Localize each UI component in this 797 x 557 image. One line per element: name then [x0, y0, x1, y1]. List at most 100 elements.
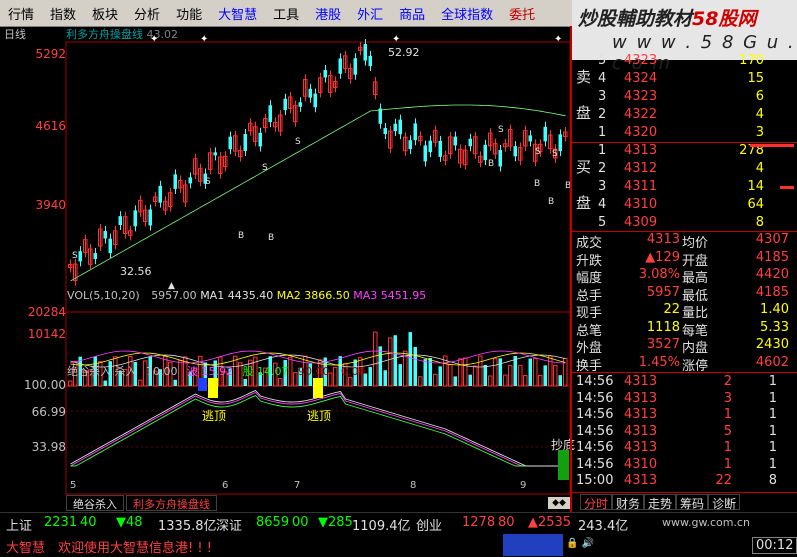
buy-volume-bar: [750, 144, 794, 147]
scroll-ticker: [503, 534, 563, 556]
side-tab[interactable]: 分时: [580, 494, 613, 511]
volume-bar: [378, 346, 382, 386]
tick-time: 14:56: [576, 456, 614, 472]
stat-value: 5.33: [760, 319, 789, 335]
ma-line: [70, 104, 566, 282]
candle-down: [258, 132, 262, 147]
stat-label: 量比: [682, 306, 709, 321]
side-tab[interactable]: 诊断: [708, 494, 741, 511]
menu-item[interactable]: 功能: [168, 4, 210, 23]
sell-order-row[interactable]: 5 4323 170: [572, 53, 797, 71]
stat-label: 内盘: [682, 341, 709, 356]
menu-item[interactable]: 工具: [265, 4, 307, 23]
signal-letter: S: [205, 177, 211, 187]
tick-volume: 2: [723, 374, 732, 389]
candle-down: [468, 138, 472, 147]
index-amount: 1335.8亿: [158, 519, 217, 534]
scroll-arrows-button[interactable]: ◆◆: [548, 497, 570, 509]
level-number: 4: [598, 197, 607, 212]
level-number: 2: [598, 107, 607, 122]
menu-item[interactable]: 指数: [42, 4, 84, 23]
kline-chart[interactable]: 5 6 7 8 9SSSSB BBSBS SBB✦ ✦ ✦ ✦▲: [0, 26, 572, 512]
tab-indicator[interactable]: 绝谷杀入: [66, 495, 124, 511]
menu-item[interactable]: 全球指数: [433, 4, 501, 23]
tick-row: 14:56 4313 1 1: [572, 440, 797, 458]
message-bar: 大智慧 欢迎使用大智慧信息港! ! ! 🔒 🔊 00:12: [0, 534, 797, 557]
candle-down: [173, 174, 177, 189]
index-pct: ▼48: [116, 515, 143, 530]
sell-order-row[interactable]: 4 4324 15: [572, 71, 797, 89]
menu-item[interactable]: 外汇: [349, 4, 391, 23]
stat-value: 4602: [755, 354, 789, 370]
candle-down: [103, 231, 107, 239]
stat-label: 最低: [682, 288, 709, 304]
buy-signal-bar: [558, 450, 569, 480]
menu-item[interactable]: 港股: [307, 4, 349, 23]
menu-item[interactable]: 商品: [391, 4, 433, 23]
index-amount: 243.4亿: [578, 519, 629, 534]
candle-down: [118, 216, 122, 225]
candle-down: [558, 134, 562, 152]
buy-order-row[interactable]: 3 4311 14: [572, 179, 797, 197]
tick-count: 1: [768, 407, 777, 422]
buy-order-row[interactable]: 2 4312 4: [572, 161, 797, 179]
high-price-label: 52.92: [388, 46, 420, 59]
quote-stat-row: 总手 5957 最低 4185: [572, 285, 797, 304]
sell-order-row[interactable]: 2 4322 4: [572, 107, 797, 125]
tick-row: 14:56 4313 1 1: [572, 407, 797, 425]
time-tick-label: 7: [294, 480, 300, 491]
index-label[interactable]: 深证: [216, 515, 242, 534]
volume-bar: [243, 378, 247, 386]
website-url[interactable]: www.gw.com.cn: [662, 516, 750, 529]
tab-indicator[interactable]: 利多方舟操盘线: [126, 495, 217, 511]
signal-marker: [208, 378, 218, 398]
candle-down: [108, 238, 112, 254]
tick-row: 14:56 4313 5 1: [572, 424, 797, 442]
tick-count: 1: [768, 374, 777, 389]
menu-item[interactable]: 大智慧: [210, 4, 265, 23]
signal-letter: B: [268, 233, 274, 243]
order-price: 4311: [624, 179, 658, 194]
signal-letter: S: [262, 163, 268, 173]
candle-down: [398, 119, 402, 135]
candle-down: [188, 177, 192, 184]
level-number: 2: [598, 161, 607, 176]
signal-letter: S: [72, 251, 78, 261]
stat-value: 3527: [646, 337, 680, 352]
tick-volume: 22: [715, 473, 732, 488]
side-tab[interactable]: 走势: [644, 494, 677, 511]
stat-value: 3.08%: [638, 267, 680, 282]
side-tab[interactable]: 财务: [612, 494, 645, 511]
sell-order-row[interactable]: 3 4323 6: [572, 89, 797, 107]
candle-down: [483, 144, 487, 161]
menu-item[interactable]: 行情: [0, 4, 42, 23]
quote-stat-row: 换手 1.45% 涨停 4602: [572, 354, 797, 374]
price-axis-label: 5292: [35, 47, 66, 61]
candle-down: [423, 145, 427, 162]
volume-bar: [458, 358, 463, 387]
side-tab[interactable]: 筹码: [676, 494, 709, 511]
signal-marker: [313, 378, 323, 398]
menu-item[interactable]: 委托: [501, 4, 543, 23]
peak-star-icon: ✦: [392, 34, 400, 45]
candle-down: [213, 152, 217, 156]
sell-order-row[interactable]: 1 4320 3: [572, 125, 797, 143]
tick-row: 15:00 4313 22 8: [572, 473, 797, 491]
buy-order-row[interactable]: 4 4310 64: [572, 197, 797, 215]
index-label[interactable]: 上证: [6, 515, 32, 534]
peak-star-icon: ✦: [200, 34, 208, 45]
order-volume: 4: [755, 161, 764, 176]
index-label[interactable]: 创业: [416, 515, 442, 534]
order-price: 4320: [624, 125, 658, 140]
signal-letter: S: [295, 137, 301, 147]
tick-time: 14:56: [576, 423, 614, 439]
stat-value: 4313: [646, 232, 680, 247]
volume-bar: [373, 331, 378, 387]
index-amount: 1109.4亿: [352, 519, 411, 534]
menu-item[interactable]: 分析: [126, 4, 168, 23]
order-price: 4323: [624, 53, 658, 68]
candle-down: [308, 88, 312, 98]
order-volume: 170: [739, 53, 764, 68]
order-price: 4310: [624, 197, 658, 212]
menu-item[interactable]: 板块: [84, 4, 126, 23]
